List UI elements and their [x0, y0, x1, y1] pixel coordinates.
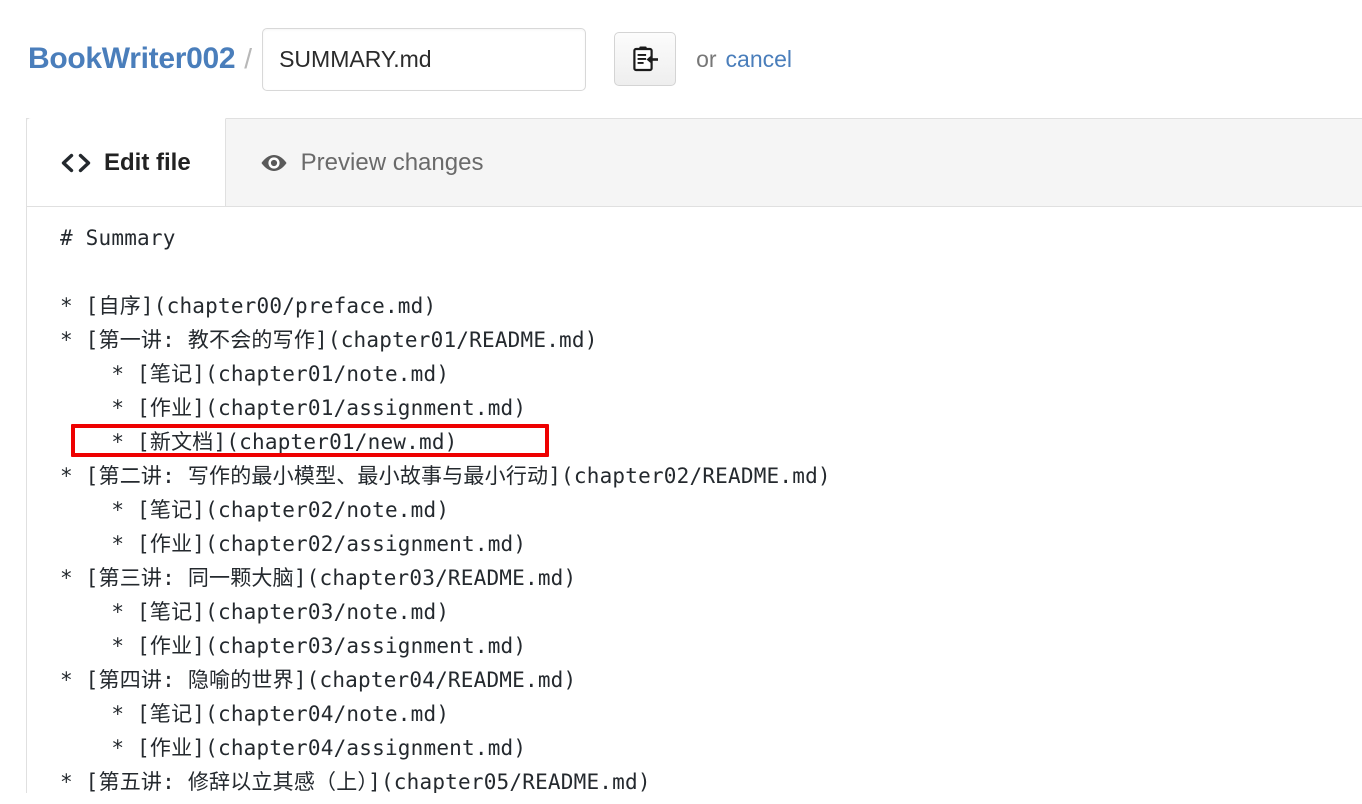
code-line: * [作业](chapter03/assignment.md): [60, 634, 527, 658]
code-line: * [第三讲: 同一颗大脑](chapter03/README.md): [60, 566, 577, 590]
repository-link[interactable]: BookWriter002: [28, 42, 236, 76]
breadcrumb: BookWriter002 / or cancel: [0, 0, 1362, 118]
code-line: * [新文档](chapter01/new.md): [60, 430, 458, 454]
file-editor-panel: Edit file Preview changes # Summary * [自…: [26, 118, 1362, 793]
code-line: * [第五讲: 修辞以立其感（上）](chapter05/README.md): [60, 770, 651, 793]
filename-input[interactable]: [262, 27, 587, 91]
cancel-link[interactable]: cancel: [726, 46, 792, 73]
code-line: * [笔记](chapter01/note.md): [60, 362, 450, 386]
tab-preview-changes[interactable]: Preview changes: [226, 119, 518, 206]
tab-edit-file[interactable]: Edit file: [27, 118, 226, 206]
code-line: * [笔记](chapter03/note.md): [60, 600, 450, 624]
editor-tab-bar: Edit file Preview changes: [27, 118, 1362, 207]
code-content[interactable]: # Summary * [自序](chapter00/preface.md) * …: [27, 221, 1362, 793]
code-line: * [作业](chapter01/assignment.md): [60, 396, 527, 420]
clipboard-import-icon: [631, 44, 659, 74]
code-line: * [笔记](chapter02/note.md): [60, 498, 450, 522]
code-line: * [第四讲: 隐喻的世界](chapter04/README.md): [60, 668, 577, 692]
code-line: * [自序](chapter00/preface.md): [60, 294, 437, 318]
or-label: or: [696, 45, 717, 72]
tab-preview-changes-label: Preview changes: [300, 148, 484, 176]
code-line: * [作业](chapter02/assignment.md): [60, 532, 527, 556]
code-line: * [笔记](chapter04/note.md): [60, 702, 450, 726]
code-line: # Summary: [60, 226, 176, 250]
code-line: * [第一讲: 教不会的写作](chapter01/README.md): [60, 328, 598, 352]
eye-icon: [260, 153, 288, 173]
code-line: * [作业](chapter04/assignment.md): [60, 736, 527, 760]
paste-file-button[interactable]: [614, 32, 677, 86]
tab-edit-file-label: Edit file: [104, 148, 191, 176]
code-brackets-icon: [61, 153, 91, 173]
breadcrumb-separator: /: [244, 43, 253, 74]
code-line: * [第二讲: 写作的最小模型、最小故事与最小行动](chapter02/REA…: [60, 464, 831, 488]
code-editor[interactable]: # Summary * [自序](chapter00/preface.md) * …: [27, 207, 1362, 793]
